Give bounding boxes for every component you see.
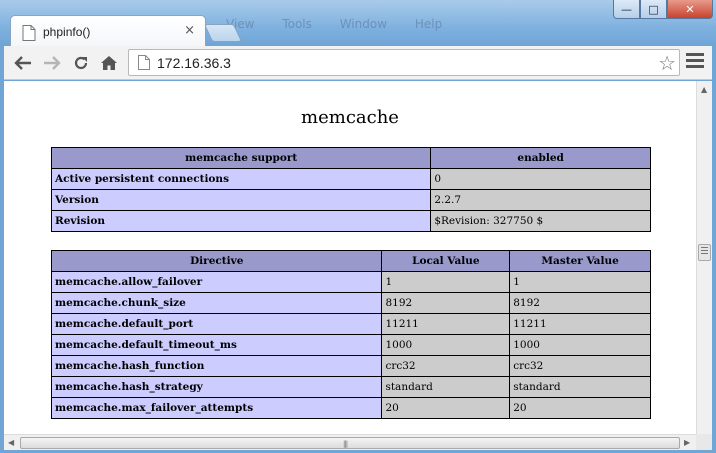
- background-menu: View Tools Window Help: [226, 17, 466, 31]
- scrollbar-corner: [696, 434, 712, 450]
- page-icon: [22, 25, 36, 41]
- row-label: Version: [50, 189, 432, 211]
- table-row: memcache.hash_function crc32 crc32: [50, 355, 651, 377]
- local-value: crc32: [381, 355, 511, 377]
- table-row: memcache.default_port 11211 11211: [50, 313, 651, 335]
- reload-button[interactable]: [70, 52, 92, 74]
- master-value: standard: [509, 376, 651, 398]
- vertical-scroll-thumb[interactable]: [698, 244, 711, 261]
- browser-toolbar: 172.16.36.3 ☆: [4, 46, 712, 80]
- page-icon: [138, 55, 150, 70]
- forward-arrow-icon: [44, 56, 61, 70]
- table-row: memcache.default_timeout_ms 1000 1000: [50, 334, 651, 356]
- home-button[interactable]: [98, 52, 120, 74]
- window-titlebar: View Tools Window Help phpinfo() × — □ ✕: [0, 0, 716, 47]
- directive-name: memcache.hash_strategy: [50, 376, 383, 398]
- bookmark-star-icon[interactable]: ☆: [658, 51, 676, 75]
- address-bar[interactable]: 172.16.36.3 ☆: [128, 49, 680, 76]
- local-value: 1: [381, 271, 511, 293]
- tab-title: phpinfo(): [43, 25, 91, 39]
- background-menu-tools: Tools: [282, 17, 312, 31]
- table-header: Directive: [50, 250, 383, 272]
- table-row: memcache.max_failover_attempts 20 20: [50, 397, 651, 419]
- directive-table: Directive Local Value Master Value memca…: [50, 250, 651, 419]
- close-window-button[interactable]: ✕: [667, 0, 713, 19]
- maximize-button[interactable]: □: [640, 0, 667, 19]
- local-value: 20: [381, 397, 511, 419]
- table-header: Master Value: [509, 250, 651, 272]
- local-value: 8192: [381, 292, 511, 314]
- local-value: 1000: [381, 334, 511, 356]
- master-value: 1000: [509, 334, 651, 356]
- back-arrow-icon: [14, 56, 31, 70]
- menu-icon[interactable]: [686, 53, 704, 73]
- master-value: 20: [509, 397, 651, 419]
- background-menu-help: Help: [414, 17, 443, 31]
- master-value: 8192: [509, 292, 651, 314]
- horizontal-scroll-thumb[interactable]: |||: [20, 437, 680, 449]
- table-row: Active persistent connections 0: [50, 168, 651, 190]
- scroll-left-arrow-icon[interactable]: ◀: [8, 438, 14, 447]
- browser-tab[interactable]: phpinfo() ×: [10, 15, 206, 47]
- table-header: Local Value: [381, 250, 511, 272]
- forward-button[interactable]: [41, 52, 63, 74]
- vertical-scrollbar[interactable]: ▲: [696, 81, 712, 434]
- table-header-row: memcache support enabled: [50, 147, 651, 169]
- master-value: 1: [509, 271, 651, 293]
- page-heading: memcache: [301, 107, 399, 128]
- minimize-button[interactable]: —: [613, 0, 640, 19]
- row-value: 2.2.7: [430, 189, 651, 211]
- row-label: Active persistent connections: [50, 168, 432, 190]
- directive-name: memcache.hash_function: [50, 355, 383, 377]
- row-value: 0: [430, 168, 651, 190]
- horizontal-scrollbar[interactable]: ◀ ||| ▶: [4, 434, 696, 450]
- back-button[interactable]: [12, 52, 34, 74]
- table-row: memcache.chunk_size 8192 8192: [50, 292, 651, 314]
- scroll-right-arrow-icon[interactable]: ▶: [684, 438, 690, 447]
- scroll-up-arrow-icon[interactable]: ▲: [701, 85, 707, 94]
- table-header-row: Directive Local Value Master Value: [50, 250, 651, 272]
- table-header: enabled: [430, 147, 651, 169]
- directive-name: memcache.default_port: [50, 313, 383, 335]
- local-value: 11211: [381, 313, 511, 335]
- table-row: memcache.allow_failover 1 1: [50, 271, 651, 293]
- local-value: standard: [381, 376, 511, 398]
- memcache-support-table: memcache support enabled Active persiste…: [50, 147, 651, 232]
- master-value: 11211: [509, 313, 651, 335]
- directive-name: memcache.chunk_size: [50, 292, 383, 314]
- master-value: crc32: [509, 355, 651, 377]
- directive-name: memcache.max_failover_attempts: [50, 397, 383, 419]
- table-row: memcache.hash_strategy standard standard: [50, 376, 651, 398]
- home-icon: [101, 56, 117, 70]
- reload-icon: [74, 56, 88, 70]
- page-viewport: memcache memcache support enabled Active…: [4, 81, 712, 450]
- row-value: $Revision: 327750 $: [430, 210, 651, 232]
- directive-name: memcache.allow_failover: [50, 271, 383, 293]
- directive-name: memcache.default_timeout_ms: [50, 334, 383, 356]
- table-header: memcache support: [50, 147, 432, 169]
- table-row: Version 2.2.7: [50, 189, 651, 211]
- table-row: Revision $Revision: 327750 $: [50, 210, 651, 232]
- tab-close-icon[interactable]: ×: [184, 23, 195, 38]
- background-menu-window: Window: [339, 17, 388, 31]
- row-label: Revision: [50, 210, 432, 232]
- url-text[interactable]: 172.16.36.3: [157, 55, 231, 71]
- page-content: memcache memcache support enabled Active…: [4, 81, 696, 434]
